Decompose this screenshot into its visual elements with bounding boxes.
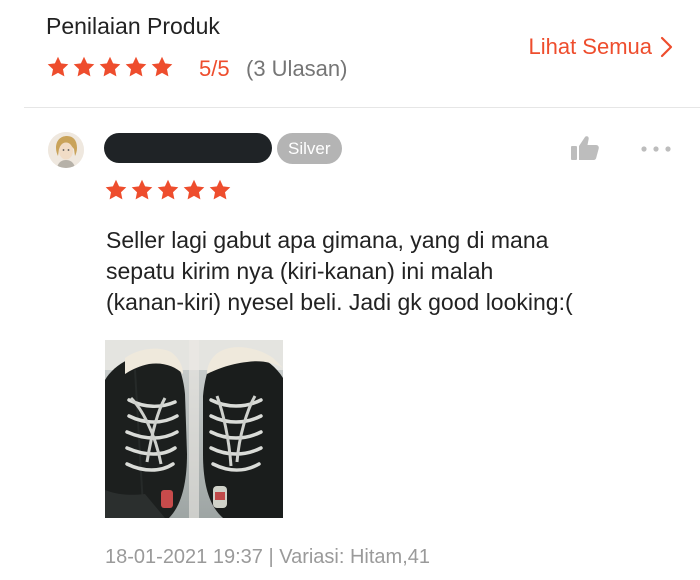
review-text-line: sepatu kirim nya (kiri-kanan) ini malah	[106, 258, 494, 284]
review-rating-stars	[104, 178, 232, 202]
product-rating-header: Penilaian Produk 5/5 (3 Ulasan) Lihat Se…	[0, 0, 700, 108]
username-redacted	[104, 133, 272, 163]
star-icon	[151, 56, 173, 77]
star-icon	[105, 179, 127, 200]
more-horizontal-icon[interactable]	[640, 145, 672, 153]
thumbs-up-icon[interactable]	[570, 135, 600, 161]
overall-rating-stars	[46, 55, 174, 79]
star-icon	[209, 179, 231, 200]
rating-score: 5/5	[199, 56, 230, 81]
star-icon	[131, 179, 153, 200]
review-photo[interactable]	[105, 340, 283, 518]
star-icon	[183, 179, 205, 200]
chevron-right-icon	[660, 36, 673, 58]
review-meta: 18-01-2021 19:37 | Variasi: Hitam,41	[105, 546, 431, 568]
rating-count: (3 Ulasan)	[246, 56, 348, 81]
see-all-label: Lihat Semua	[528, 34, 652, 59]
section-title: Penilaian Produk	[46, 13, 220, 39]
star-icon	[157, 179, 179, 200]
see-all-link[interactable]: Lihat Semua	[528, 34, 674, 60]
star-icon	[47, 56, 69, 77]
star-icon	[99, 56, 121, 77]
avatar-image	[48, 132, 84, 168]
review-text: Seller lagi gabut apa gimana, yang di ma…	[106, 225, 686, 318]
star-icon	[73, 56, 95, 77]
review-text-line: (kanan-kiri) nyesel beli. Jadi gk good l…	[106, 289, 573, 315]
avatar[interactable]	[48, 132, 84, 168]
section-divider	[24, 107, 700, 108]
star-icon	[125, 56, 147, 77]
member-badge: Silver	[277, 133, 342, 164]
sneakers-photo	[105, 340, 283, 518]
review-text-line: Seller lagi gabut apa gimana, yang di ma…	[106, 227, 549, 253]
